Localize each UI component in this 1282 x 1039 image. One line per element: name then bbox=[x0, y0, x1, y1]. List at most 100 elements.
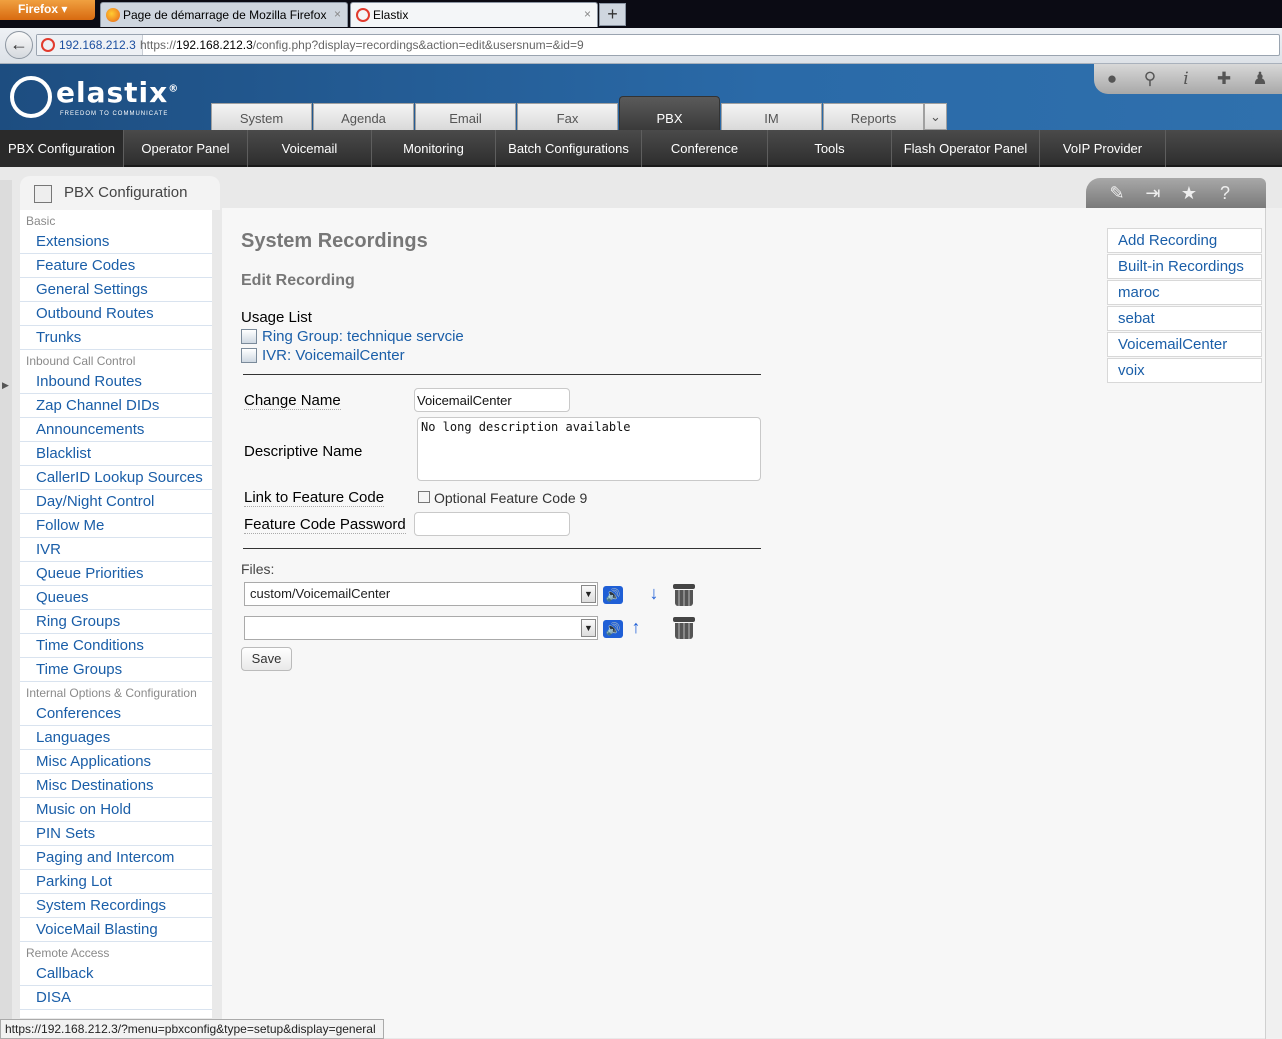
sidebar-item-outbound-routes[interactable]: Outbound Routes bbox=[20, 302, 212, 326]
sidebar-item-ring-groups[interactable]: Ring Groups bbox=[20, 610, 212, 634]
submenu-tools[interactable]: Tools bbox=[768, 130, 892, 167]
more-tabs-button[interactable]: ⌄ bbox=[924, 103, 947, 130]
help-icon[interactable]: ? bbox=[1214, 182, 1236, 204]
file-select-2[interactable]: ▼ bbox=[244, 616, 598, 640]
firefox-menu-button[interactable]: Firefox ▾ bbox=[0, 0, 95, 20]
sidebar-item-feature-codes[interactable]: Feature Codes bbox=[20, 254, 212, 278]
tab-agenda[interactable]: Agenda bbox=[313, 103, 414, 130]
back-button[interactable]: ← bbox=[5, 31, 33, 59]
sidebar-item-misc-applications[interactable]: Misc Applications bbox=[20, 750, 212, 774]
descriptive-name-label: Descriptive Name bbox=[244, 443, 363, 460]
sidebar-item-general-settings[interactable]: General Settings bbox=[20, 278, 212, 302]
usage-link-ivr[interactable]: IVR: VoicemailCenter bbox=[241, 347, 405, 364]
feature-code-password-label: Feature Code Password bbox=[244, 516, 406, 534]
submenu-conference[interactable]: Conference bbox=[642, 130, 768, 167]
chevron-down-icon: ⌄ bbox=[930, 109, 941, 124]
descriptive-name-textarea[interactable]: No long description available bbox=[417, 417, 761, 481]
sidebar-item-languages[interactable]: Languages bbox=[20, 726, 212, 750]
calculator-icon bbox=[34, 185, 52, 203]
submenu-batch-configurations[interactable]: Batch Configurations bbox=[496, 130, 642, 167]
submenu-flash-operator-panel[interactable]: Flash Operator Panel bbox=[892, 130, 1040, 167]
export-icon[interactable]: ⇥ bbox=[1142, 182, 1164, 204]
tab-reports[interactable]: Reports bbox=[823, 103, 924, 130]
close-tab-icon[interactable]: × bbox=[584, 7, 591, 21]
sidebar-item-time-groups[interactable]: Time Groups bbox=[20, 658, 212, 682]
submenu-pbx-configuration[interactable]: PBX Configuration bbox=[0, 130, 124, 167]
tab-im[interactable]: IM bbox=[721, 103, 822, 130]
sidebar-item-conferences[interactable]: Conferences bbox=[20, 702, 212, 726]
sidebar-item-ivr[interactable]: IVR bbox=[20, 538, 212, 562]
sidebar-item-voicemail-blasting[interactable]: VoiceMail Blasting bbox=[20, 918, 212, 942]
file-select-1[interactable]: custom/VoicemailCenter ▼ bbox=[244, 582, 598, 606]
change-name-input[interactable] bbox=[414, 388, 570, 412]
sidebar-item-announcements[interactable]: Announcements bbox=[20, 418, 212, 442]
sidebar-item-day-night[interactable]: Day/Night Control bbox=[20, 490, 212, 514]
theme-drop-icon[interactable]: ● bbox=[1102, 69, 1122, 89]
browser-tab-elastix[interactable]: Elastix × bbox=[350, 2, 598, 27]
browser-tab-firefox-start[interactable]: Page de démarrage de Mozilla Firefox × bbox=[100, 2, 348, 27]
trash-icon[interactable] bbox=[673, 582, 695, 606]
new-tab-button[interactable]: + bbox=[599, 3, 626, 26]
add-recording-link[interactable]: Add Recording bbox=[1107, 228, 1262, 253]
tab-pbx[interactable]: PBX bbox=[619, 96, 720, 130]
sidebar-item-disa[interactable]: DISA bbox=[20, 986, 212, 1010]
sidebar-item-zap-channel-dids[interactable]: Zap Channel DIDs bbox=[20, 394, 212, 418]
user-icon[interactable]: ♟ bbox=[1250, 69, 1270, 89]
sidebar-item-pin-sets[interactable]: PIN Sets bbox=[20, 822, 212, 846]
tab-system[interactable]: System bbox=[211, 103, 312, 130]
usage-link-ring-group[interactable]: Ring Group: technique servcie bbox=[241, 328, 464, 345]
submenu-operator-panel[interactable]: Operator Panel bbox=[124, 130, 248, 167]
link-feature-code-label: Link to Feature Code bbox=[244, 489, 385, 507]
page-scrollbar[interactable] bbox=[1265, 208, 1282, 1039]
sidebar-item-callerid-lookup[interactable]: CallerID Lookup Sources bbox=[20, 466, 212, 490]
sidebar-item-misc-destinations[interactable]: Misc Destinations bbox=[20, 774, 212, 798]
tab-email[interactable]: Email bbox=[415, 103, 516, 130]
tab-fax[interactable]: Fax bbox=[517, 103, 618, 130]
submenu-voicemail[interactable]: Voicemail bbox=[248, 130, 372, 167]
info-icon[interactable]: i bbox=[1176, 69, 1196, 89]
link-page-icon bbox=[241, 329, 257, 344]
save-button[interactable]: Save bbox=[241, 647, 292, 671]
recording-item-maroc[interactable]: maroc bbox=[1107, 280, 1262, 305]
recording-item-voix[interactable]: voix bbox=[1107, 358, 1262, 383]
sidebar-item-time-conditions[interactable]: Time Conditions bbox=[20, 634, 212, 658]
sidebar-item-inbound-routes[interactable]: Inbound Routes bbox=[20, 370, 212, 394]
feature-code-checkbox[interactable] bbox=[418, 491, 430, 503]
sidebar-collapse-handle[interactable]: ▶ bbox=[0, 180, 12, 1020]
builtin-recordings-link[interactable]: Built-in Recordings bbox=[1107, 254, 1262, 279]
edit-icon[interactable]: ✎ bbox=[1106, 182, 1128, 204]
move-up-icon[interactable]: ↑ bbox=[630, 616, 642, 638]
submenu-monitoring[interactable]: Monitoring bbox=[372, 130, 496, 167]
play-speaker-icon[interactable]: 🔊 bbox=[603, 586, 623, 604]
feature-code-password-input[interactable] bbox=[414, 512, 570, 536]
star-icon[interactable]: ★ bbox=[1178, 182, 1200, 204]
play-speaker-icon[interactable]: 🔊 bbox=[603, 620, 623, 638]
sidebar-item-paging-intercom[interactable]: Paging and Intercom bbox=[20, 846, 212, 870]
sidebar-item-system-recordings[interactable]: System Recordings bbox=[20, 894, 212, 918]
recording-item-voicemailcenter[interactable]: VoicemailCenter bbox=[1107, 332, 1262, 357]
sidebar-item-queues[interactable]: Queues bbox=[20, 586, 212, 610]
close-tab-icon[interactable]: × bbox=[334, 7, 341, 21]
address-bar[interactable]: 192.168.212.3 https://192.168.212.3/conf… bbox=[36, 34, 1280, 56]
module-toolbar: ✎ ⇥ ★ ? bbox=[1086, 178, 1266, 208]
trash-icon[interactable] bbox=[673, 615, 695, 639]
sidebar-item-blacklist[interactable]: Blacklist bbox=[20, 442, 212, 466]
pbx-submenu: PBX Configuration Operator Panel Voicema… bbox=[0, 130, 1282, 167]
sidebar-item-parking-lot[interactable]: Parking Lot bbox=[20, 870, 212, 894]
site-identity[interactable]: 192.168.212.3 bbox=[37, 35, 143, 55]
browser-titlebar: Firefox ▾ Page de démarrage de Mozilla F… bbox=[0, 0, 1282, 28]
search-icon[interactable]: ⚲ bbox=[1140, 69, 1160, 89]
sidebar-item-queue-priorities[interactable]: Queue Priorities bbox=[20, 562, 212, 586]
sidebar-item-follow-me[interactable]: Follow Me bbox=[20, 514, 212, 538]
sidebar-item-music-on-hold[interactable]: Music on Hold bbox=[20, 798, 212, 822]
sidebar-title: PBX Configuration bbox=[64, 184, 188, 201]
puzzle-icon[interactable]: ✚ bbox=[1214, 69, 1234, 89]
sidebar-item-extensions[interactable]: Extensions bbox=[20, 230, 212, 254]
move-down-icon[interactable]: ↓ bbox=[648, 582, 660, 604]
sidebar-section-inbound: Inbound Call Control bbox=[26, 354, 136, 368]
recording-item-sebat[interactable]: sebat bbox=[1107, 306, 1262, 331]
section-title: Edit Recording bbox=[241, 272, 355, 289]
submenu-voip-provider[interactable]: VoIP Provider bbox=[1040, 130, 1166, 167]
sidebar-item-callback[interactable]: Callback bbox=[20, 962, 212, 986]
sidebar-item-trunks[interactable]: Trunks bbox=[20, 326, 212, 350]
